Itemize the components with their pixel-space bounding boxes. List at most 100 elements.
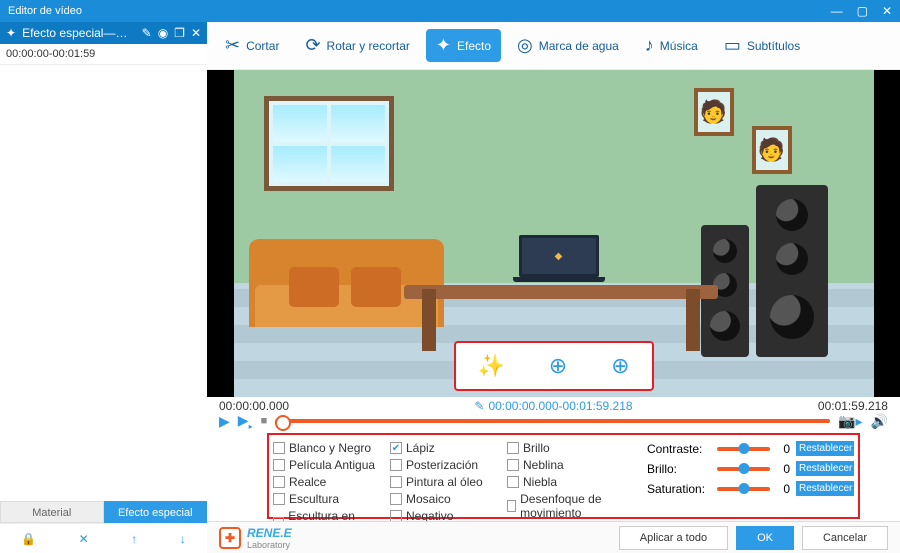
effect-checkbox[interactable]: Realce [273, 475, 390, 489]
effect-label: Desenfoque de movimiento [520, 492, 624, 520]
brand-logo-icon: ✚ [219, 527, 241, 549]
effects-columns: Blanco y Negro Película Antigua Realce Escu… [269, 435, 628, 517]
toolbar-rotate[interactable]: ⟳Rotar y recortar [295, 29, 419, 62]
magic-wand-button[interactable]: ✨ [477, 353, 504, 379]
visibility-icon[interactable]: ◉ [158, 26, 168, 40]
watermark-icon: ◎ [517, 35, 533, 56]
play-range-button[interactable]: ▶▸ [238, 412, 253, 431]
content: ✂Cortar ⟳Rotar y recortar ✦Efecto ◎Marca… [207, 22, 900, 553]
effect-label: Posterización [406, 458, 478, 472]
time-range: 00:00:00.000-00:01:59.218 [488, 399, 632, 413]
effect-label: Escultura [289, 492, 339, 506]
tab-material[interactable]: Material [0, 501, 104, 523]
remove-icon[interactable]: ✕ [79, 532, 89, 546]
clip-name: Efecto especial———... [22, 26, 136, 40]
effect-checkbox[interactable]: Posterización [390, 458, 507, 472]
checkbox-icon [390, 493, 402, 505]
clip-timecode: 00:00:00-00:01:59 [0, 44, 207, 65]
ok-button[interactable]: OK [736, 526, 794, 550]
preview-tools: ✨ ⊕ ⊕ [454, 341, 654, 391]
effect-checkbox[interactable]: Mosaico [390, 492, 507, 506]
subtitles-icon: ▭ [724, 35, 741, 56]
move-up-icon[interactable]: ↑ [131, 532, 137, 546]
contrast-row: Contraste: 0 Restablecer [647, 441, 854, 456]
titlebar: Editor de vídeo — ▢ ✕ [0, 0, 900, 22]
sidebar-tools: 🔒 ✕ ↑ ↓ [0, 523, 207, 553]
edit-icon[interactable]: ✎ [142, 26, 152, 40]
effect-checkbox[interactable]: Brillo [507, 441, 624, 455]
effect-checkbox[interactable]: Blanco y Negro [273, 441, 390, 455]
effect-checkbox[interactable]: Niebla [507, 475, 624, 489]
clip-row[interactable]: ✦ Efecto especial———... ✎ ◉ ❐ ✕ [0, 22, 207, 44]
copy-icon[interactable]: ❐ [174, 26, 185, 40]
brightness-reset-button[interactable]: Restablecer [796, 461, 854, 476]
brightness-row: Brillo: 0 Restablecer [647, 461, 854, 476]
toolbar-subtitles[interactable]: ▭Subtítulos [714, 29, 810, 62]
snapshot-icon[interactable]: 📷▸ [838, 413, 862, 430]
apply-all-button[interactable]: Aplicar a todo [619, 526, 728, 550]
timeline: 00:00:00.000 ✎00:00:00.000-00:01:59.218 … [207, 397, 900, 431]
contrast-value: 0 [776, 442, 790, 456]
checkbox-icon [273, 459, 285, 471]
volume-icon[interactable]: 🔊 [871, 413, 888, 430]
effect-checkbox[interactable]: Película Antigua [273, 458, 390, 472]
checkbox-icon [273, 476, 285, 488]
play-button[interactable]: ▶ [219, 413, 230, 430]
effect-checkbox[interactable]: Escultura [273, 492, 390, 506]
checkbox-icon [507, 476, 519, 488]
toolbar-effect[interactable]: ✦Efecto [426, 29, 501, 62]
window-title: Editor de vídeo [8, 5, 82, 17]
main-toolbar: ✂Cortar ⟳Rotar y recortar ✦Efecto ◎Marca… [207, 22, 900, 70]
effect-label: Realce [289, 475, 326, 489]
toolbar-music[interactable]: ♪Música [635, 29, 708, 62]
marker-button[interactable]: ⊕ [611, 353, 629, 379]
brightness-slider[interactable] [717, 467, 770, 471]
checkbox-icon [273, 442, 285, 454]
preview-area: 🧑 🧑 ◆ ✨ ⊕ ⊕ [207, 70, 900, 397]
effect-checkbox[interactable]: ✔Lápiz [390, 441, 507, 455]
music-icon: ♪ [645, 35, 654, 56]
time-start: 00:00:00.000 [219, 399, 289, 413]
effect-checkbox[interactable]: Desenfoque de movimiento [507, 492, 624, 520]
close-icon[interactable]: ✕ [882, 4, 892, 18]
brand-sub: Laboratory [247, 540, 292, 550]
maximize-icon[interactable]: ▢ [857, 4, 868, 18]
move-down-icon[interactable]: ↓ [180, 532, 186, 546]
effect-label: Blanco y Negro [289, 441, 371, 455]
brand-name: RENE.E [247, 526, 292, 540]
effect-checkbox[interactable]: Pintura al óleo [390, 475, 507, 489]
preview-frame: 🧑 🧑 ◆ ✨ ⊕ ⊕ [234, 70, 874, 397]
cancel-button[interactable]: Cancelar [802, 526, 888, 550]
brightness-value: 0 [776, 462, 790, 476]
contrast-reset-button[interactable]: Restablecer [796, 441, 854, 456]
checkbox-icon [390, 459, 402, 471]
checkbox-icon [507, 500, 516, 512]
edit-range-icon[interactable]: ✎ [474, 399, 484, 413]
lock-icon[interactable]: 🔒 [21, 532, 36, 546]
tab-effect[interactable]: Efecto especial [104, 501, 208, 523]
contrast-slider[interactable] [717, 447, 770, 451]
effect-label: Neblina [523, 458, 564, 472]
toolbar-cut[interactable]: ✂Cortar [215, 29, 289, 62]
effect-checkbox[interactable]: Neblina [507, 458, 624, 472]
toolbar-watermark[interactable]: ◎Marca de agua [507, 29, 629, 62]
checkbox-icon [507, 442, 519, 454]
checkbox-icon [507, 459, 519, 471]
effect-label: Brillo [523, 441, 550, 455]
window-buttons: — ▢ ✕ [831, 4, 892, 18]
sidebar-tabs: Material Efecto especial [0, 501, 207, 523]
minimize-icon[interactable]: — [831, 4, 843, 18]
effect-label: Lápiz [406, 441, 435, 455]
delete-icon[interactable]: ✕ [191, 26, 201, 40]
scrubber[interactable] [275, 419, 830, 423]
saturation-slider[interactable] [717, 487, 770, 491]
wand-icon: ✦ [6, 26, 16, 40]
effect-label: Niebla [523, 475, 557, 489]
zoom-in-button[interactable]: ⊕ [549, 353, 567, 379]
effect-label: Película Antigua [289, 458, 375, 472]
brightness-label: Brillo: [647, 462, 711, 476]
checkbox-icon [273, 493, 285, 505]
effects-panel: Blanco y Negro Película Antigua Realce Escu… [267, 433, 860, 519]
stop-button[interactable]: ■ [261, 415, 268, 427]
saturation-reset-button[interactable]: Restablecer [796, 481, 854, 496]
